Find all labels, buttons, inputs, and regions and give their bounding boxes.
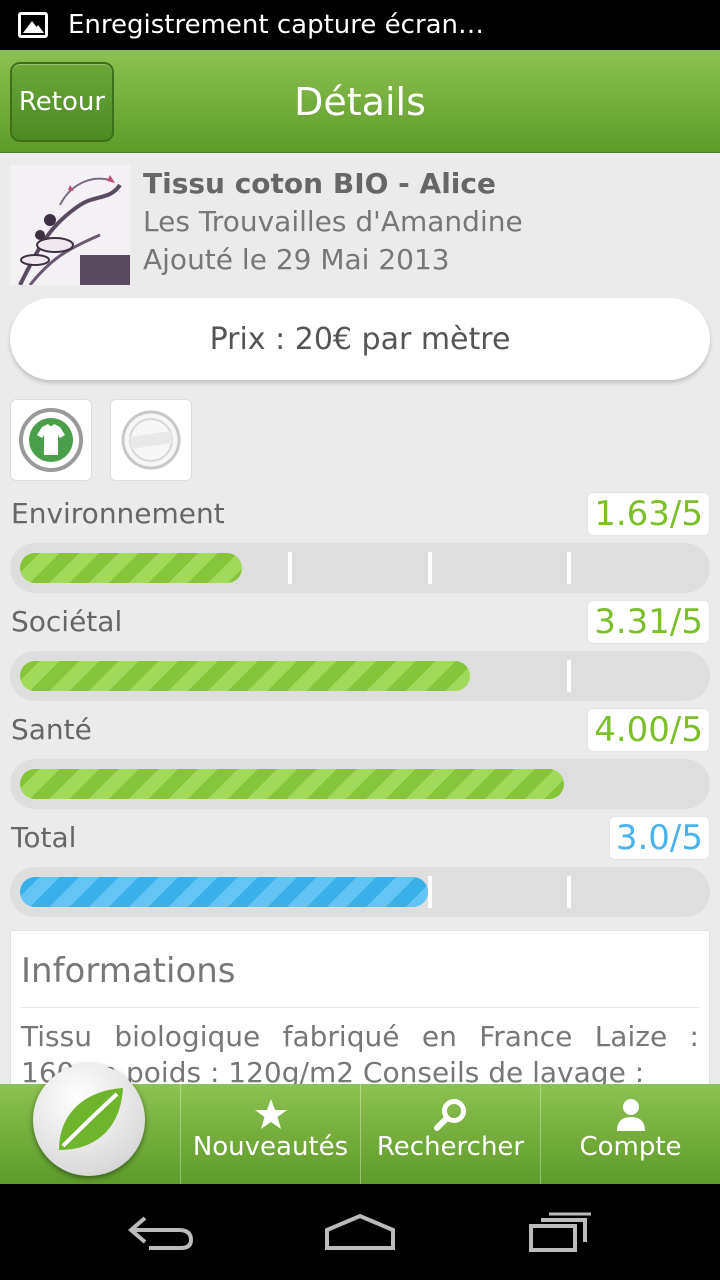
image-icon bbox=[18, 12, 48, 38]
organic-label-badge[interactable] bbox=[10, 399, 92, 481]
home-nav-button[interactable] bbox=[320, 1204, 400, 1260]
score-value-total: 3.0/5 bbox=[608, 816, 710, 860]
score-label-environment: Environnement bbox=[11, 497, 225, 530]
tab-nouveautes[interactable]: Nouveautés bbox=[180, 1084, 360, 1184]
score-fill-health bbox=[20, 769, 564, 799]
bar-tick bbox=[428, 552, 432, 584]
app-screen: Retour Détails Tissu coton BIO - Alice L… bbox=[0, 50, 720, 1184]
header-bar: Retour Détails bbox=[0, 50, 720, 153]
back-button[interactable]: Retour bbox=[10, 62, 114, 142]
tab-rechercher[interactable]: Rechercher bbox=[360, 1084, 540, 1184]
recent-apps-icon bbox=[529, 1212, 591, 1252]
tab-label: Rechercher bbox=[376, 1132, 525, 1162]
bar-tick bbox=[567, 660, 571, 692]
star-icon bbox=[254, 1099, 287, 1129]
status-bar: Enregistrement capture écran… bbox=[0, 0, 720, 50]
bar-tick bbox=[288, 552, 292, 584]
user-icon bbox=[616, 1099, 645, 1131]
france-stamp-icon bbox=[121, 410, 181, 470]
tab-label: Compte bbox=[579, 1132, 682, 1162]
score-bar-total bbox=[10, 867, 710, 917]
information-title: Informations bbox=[21, 951, 236, 991]
score-bar-environment bbox=[10, 543, 710, 593]
score-fill-societal bbox=[20, 661, 470, 691]
product-date: Ajouté le 29 Mai 2013 bbox=[143, 243, 450, 276]
score-bar-societal bbox=[10, 651, 710, 701]
score-label-health: Santé bbox=[11, 713, 92, 746]
bar-tick bbox=[428, 876, 432, 908]
score-label-societal: Sociétal bbox=[11, 605, 123, 638]
home-leaf-button[interactable] bbox=[33, 1064, 145, 1176]
score-value-environment: 1.63/5 bbox=[587, 492, 710, 536]
tab-compte[interactable]: Compte bbox=[540, 1084, 720, 1184]
tab-label: Nouveautés bbox=[192, 1132, 349, 1162]
score-value-health: 4.00/5 bbox=[587, 708, 710, 752]
back-arrow-icon bbox=[127, 1216, 194, 1250]
score-fill-environment bbox=[20, 553, 242, 583]
bottom-tab-bar: Nouveautés Rechercher Compte bbox=[0, 1064, 720, 1184]
product-thumbnail bbox=[10, 165, 130, 285]
product-summary: Tissu coton BIO - Alice Les Trouvailles … bbox=[10, 165, 710, 287]
score-bar-health bbox=[10, 759, 710, 809]
notification-text: Enregistrement capture écran… bbox=[68, 10, 485, 40]
price-button[interactable]: Prix : 20€ par mètre bbox=[10, 298, 710, 380]
search-icon bbox=[433, 1099, 466, 1131]
leaf-icon bbox=[59, 1088, 123, 1150]
system-nav-bar bbox=[0, 1184, 720, 1280]
france-label-badge[interactable] bbox=[110, 399, 192, 481]
product-title: Tissu coton BIO - Alice bbox=[143, 167, 496, 200]
score-label-total: Total bbox=[11, 821, 77, 854]
recent-apps-button[interactable] bbox=[520, 1204, 600, 1260]
bar-tick bbox=[567, 552, 571, 584]
organic-shirt-icon bbox=[19, 408, 83, 472]
back-nav-button[interactable] bbox=[120, 1204, 200, 1260]
divider bbox=[21, 1007, 699, 1008]
product-shop[interactable]: Les Trouvailles d'Amandine bbox=[143, 205, 523, 238]
bar-tick bbox=[567, 876, 571, 908]
home-icon bbox=[325, 1213, 395, 1250]
score-fill-total bbox=[20, 877, 428, 907]
score-value-societal: 3.31/5 bbox=[587, 600, 710, 644]
